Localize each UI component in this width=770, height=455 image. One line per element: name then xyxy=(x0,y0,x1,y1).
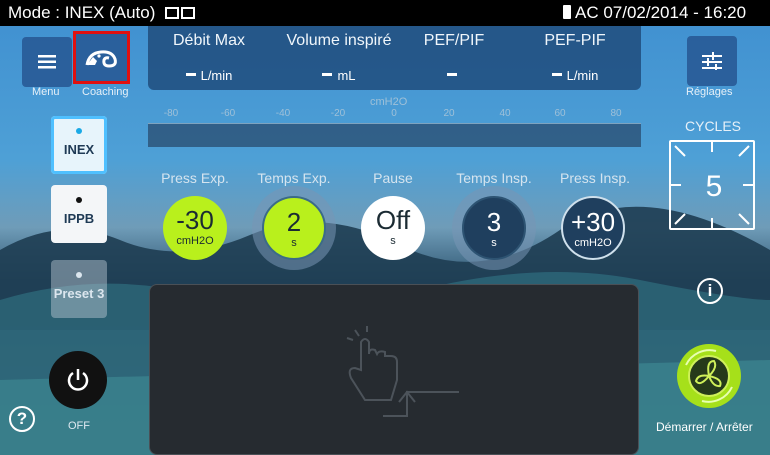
param-label-pause: Pause xyxy=(373,170,413,186)
mode-inex-button[interactable]: INEX xyxy=(51,116,107,174)
settings-label: Réglages xyxy=(686,86,733,98)
pressure-gauge: cmH2O -80 -60 -40 -20 0 20 40 60 80 xyxy=(148,96,641,152)
sliders-icon xyxy=(702,52,722,70)
measure-title: PEF-PIF xyxy=(544,32,606,49)
gauge-tick: -60 xyxy=(220,108,236,119)
knob-unit: s xyxy=(491,237,497,249)
cycles-label: CYCLES xyxy=(685,118,742,134)
mode-label: IPPB xyxy=(63,211,95,226)
cycles-value: 5 xyxy=(705,170,723,203)
press-insp-knob[interactable]: +30 cmH2O xyxy=(561,196,625,260)
knob-value: +30 xyxy=(570,207,616,237)
param-label-temps-insp: Temps Insp. xyxy=(456,170,532,186)
knob-value: 2 xyxy=(286,207,302,237)
gauge-tick: 40 xyxy=(499,108,511,119)
measure-value: L/min xyxy=(520,68,630,83)
measure-volume-inspire: Volume inspiré mL xyxy=(269,32,409,83)
menu-button[interactable] xyxy=(22,37,72,87)
knob-unit: cmH2O xyxy=(574,237,612,249)
measure-title: Débit Max xyxy=(172,32,246,49)
mode-indicator-dot xyxy=(76,128,82,134)
temps-exp-knob[interactable]: 2 s xyxy=(262,196,326,260)
touch-area-panel[interactable] xyxy=(149,284,639,455)
gauge-bar xyxy=(148,123,641,147)
param-label-press-exp: Press Exp. xyxy=(161,170,229,186)
gauge-tick: 80 xyxy=(610,108,622,119)
gauge-tick: 60 xyxy=(554,108,566,119)
knob-unit: s xyxy=(291,237,297,249)
gauge-tick: -80 xyxy=(163,108,179,119)
measure-value xyxy=(399,68,509,83)
measure-value: mL xyxy=(269,68,409,83)
knob-value: -30 xyxy=(176,205,214,235)
help-button[interactable]: ? xyxy=(9,406,35,432)
press-exp-knob[interactable]: -30 cmH2O xyxy=(163,196,227,260)
mode-indicator-dot xyxy=(76,272,82,278)
knob-unit: cmH2O xyxy=(176,235,214,247)
hand-touch-icon xyxy=(346,326,459,417)
start-stop-button[interactable] xyxy=(676,343,742,409)
start-stop-label: Démarrer / Arrêter xyxy=(656,420,753,434)
mode-pattern-icon xyxy=(165,6,201,20)
chameleon-icon xyxy=(85,49,117,68)
status-bar: Mode : INEX (Auto) AC 07/02/2014 - 16:20 xyxy=(0,0,770,26)
battery-icon xyxy=(563,5,571,19)
measure-title: PEF/PIF xyxy=(423,32,485,49)
mode-ippb-button[interactable]: IPPB xyxy=(51,185,107,243)
mode-indicator: Mode : INEX (Auto) xyxy=(8,3,156,22)
temps-insp-knob[interactable]: 3 s xyxy=(462,196,526,260)
measure-title: Volume inspiré xyxy=(286,32,392,49)
power-icon xyxy=(67,369,89,391)
gauge-tick: 20 xyxy=(443,108,455,119)
settings-button[interactable] xyxy=(687,36,737,86)
mode-indicator-dot xyxy=(76,197,82,203)
measure-debit-max: Débit Max L/min xyxy=(154,32,264,83)
param-label-temps-exp: Temps Exp. xyxy=(257,170,331,186)
menu-label: Menu xyxy=(32,86,60,98)
gauge-tick: 0 xyxy=(391,108,397,119)
pause-knob[interactable]: Off s xyxy=(361,196,425,260)
power-button[interactable] xyxy=(49,351,107,409)
coaching-label: Coaching xyxy=(82,86,129,98)
info-button[interactable]: i xyxy=(697,278,723,304)
mode-label: INEX xyxy=(63,142,95,157)
knob-value: 3 xyxy=(486,207,502,237)
coaching-button[interactable] xyxy=(73,31,130,84)
knob-value: Off xyxy=(375,205,411,235)
measure-pef-pif-diff: PEF-PIF L/min xyxy=(520,32,630,83)
measurements-panel: Débit Max L/min Volume inspiré mL PEF/PI… xyxy=(148,26,641,90)
param-label-press-insp: Press Insp. xyxy=(559,170,631,186)
measure-value: L/min xyxy=(154,68,264,83)
gauge-tick: -40 xyxy=(275,108,291,119)
status-right: AC 07/02/2014 - 16:20 xyxy=(563,3,746,23)
cycles-counter[interactable]: 5 xyxy=(669,140,755,230)
mode-label: Preset 3 xyxy=(53,286,105,301)
off-label: OFF xyxy=(68,420,90,432)
measure-pef-pif-ratio: PEF/PIF xyxy=(399,32,509,83)
mode-preset3-button[interactable]: Preset 3 xyxy=(51,260,107,318)
hamburger-icon xyxy=(38,55,56,69)
gauge-unit: cmH2O xyxy=(370,96,408,108)
knob-unit: s xyxy=(390,235,396,247)
datetime-text: AC 07/02/2014 - 16:20 xyxy=(575,3,747,22)
gauge-tick: -20 xyxy=(330,108,346,119)
